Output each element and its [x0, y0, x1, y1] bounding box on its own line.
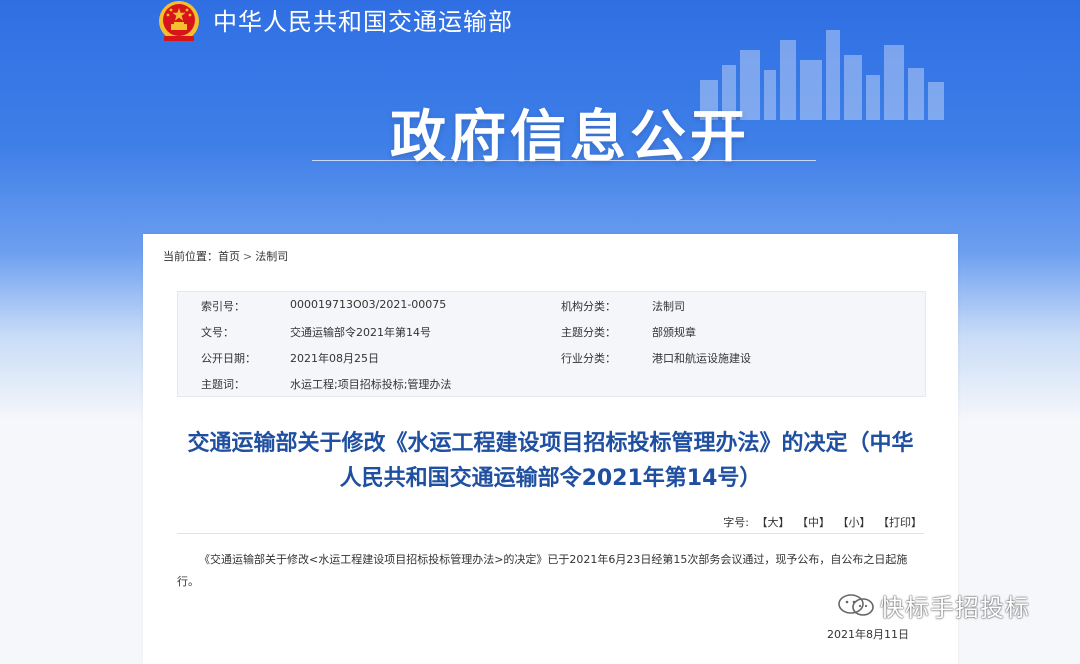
title-divider — [177, 533, 924, 534]
info-row-doc-no: 文号： 交通运输部令2021年第14号 主题分类： 部颁规章 — [178, 318, 925, 344]
doc-no-value: 交通运输部令2021年第14号 — [290, 326, 431, 339]
info-row-pub-date: 公开日期： 2021年08月25日 行业分类： 港口和航运设施建设 — [178, 344, 925, 370]
keywords-label: 主题词： — [201, 378, 245, 391]
font-small-button[interactable]: 【小】 — [838, 516, 871, 529]
breadcrumb: 当前位置：首页 > 法制司 — [163, 248, 288, 264]
banner-underline — [312, 160, 816, 161]
info-row-keywords: 主题词： 水运工程;项目招标投标;管理办法 — [178, 370, 925, 396]
document-date: 2021年8月11日 — [827, 628, 909, 641]
font-size-label: 字号: — [723, 516, 749, 529]
topic-value: 部颁规章 — [652, 326, 696, 339]
keywords-value: 水运工程;项目招标投标;管理办法 — [290, 378, 452, 391]
breadcrumb-separator: > — [243, 250, 253, 263]
info-row-index: 索引号： 000019713O03/2021-00075 机构分类： 法制司 — [178, 292, 925, 318]
breadcrumb-legal-dept-link[interactable]: 法制司 — [255, 250, 288, 263]
font-large-button[interactable]: 【大】 — [757, 516, 790, 529]
font-size-controls: 字号: 【大】 【中】 【小】 【打印】 — [723, 514, 922, 530]
font-medium-button[interactable]: 【中】 — [797, 516, 830, 529]
org-value: 法制司 — [652, 300, 685, 313]
industry-label: 行业分类： — [561, 352, 616, 365]
ministry-name: 中华人民共和国交通运输部 — [213, 8, 513, 36]
breadcrumb-prefix: 当前位置： — [163, 250, 218, 263]
watermark-text: 快标手招投标 — [880, 594, 1030, 622]
topic-label: 主题分类： — [561, 326, 616, 339]
doc-no-label: 文号： — [201, 326, 234, 339]
pub-date-value: 2021年08月25日 — [290, 352, 379, 365]
pub-date-label: 公开日期： — [201, 352, 256, 365]
wechat-icon — [838, 594, 874, 616]
org-label: 机构分类： — [561, 300, 616, 313]
breadcrumb-home-link[interactable]: 首页 — [218, 250, 240, 263]
index-value: 000019713O03/2021-00075 — [290, 298, 447, 311]
print-button[interactable]: 【打印】 — [878, 516, 922, 529]
national-emblem-icon — [159, 1, 199, 41]
industry-value: 港口和航运设施建设 — [652, 352, 751, 365]
index-label: 索引号： — [201, 300, 245, 313]
document-body: 《交通运输部关于修改<水运工程建设项目招标投标管理办法>的决定》已于2021年6… — [177, 553, 908, 588]
document-info-panel: 索引号： 000019713O03/2021-00075 机构分类： 法制司 文… — [177, 291, 926, 397]
document-title: 交通运输部关于修改《水运工程建设项目招标投标管理办法》的决定（中华人民共和国交通… — [187, 431, 914, 491]
